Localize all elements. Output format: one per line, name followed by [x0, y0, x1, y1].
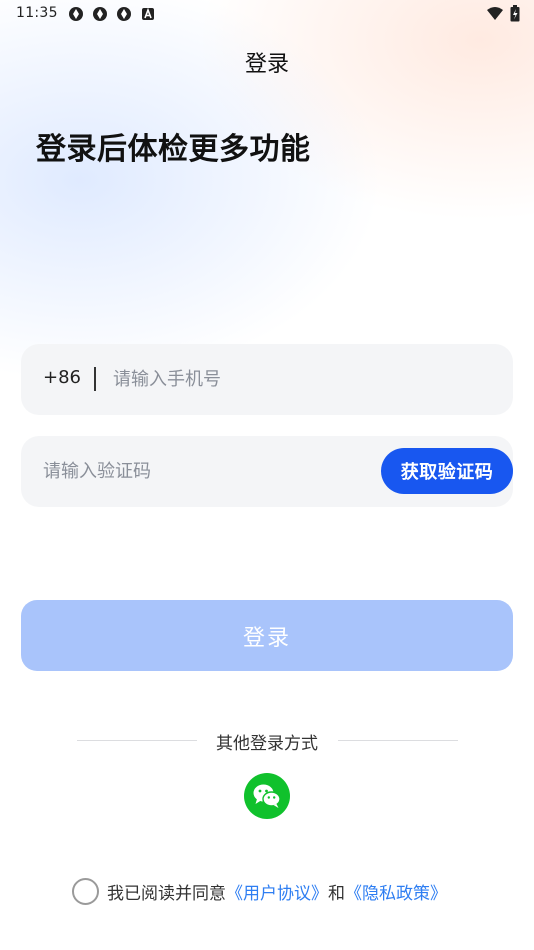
get-code-button[interactable]: 获取验证码: [381, 448, 513, 494]
wifi-icon: [487, 6, 503, 20]
country-code[interactable]: +86: [43, 367, 81, 388]
status-icons-left: [68, 6, 156, 22]
wechat-login-button[interactable]: [244, 773, 290, 819]
wechat-icon: [253, 784, 281, 808]
verification-code-input[interactable]: [43, 454, 383, 488]
status-bar: 11:35: [0, 0, 534, 28]
agreement-checkbox[interactable]: [72, 877, 99, 905]
battery-icon: [510, 5, 520, 22]
notification-a-icon: [142, 7, 154, 20]
agreement-row: 我已阅读并同意 《用户协议》 和 《隐私政策》: [72, 876, 447, 906]
user-agreement-link[interactable]: 《用户协议》: [226, 879, 328, 904]
other-login-divider: 其他登录方式: [0, 728, 534, 754]
agreement-conjunction: 和: [328, 883, 345, 904]
status-time: 11:35: [16, 5, 58, 21]
verification-code-field: 获取验证码: [21, 436, 513, 507]
app-icon: [93, 7, 107, 21]
privacy-policy-link[interactable]: 《隐私政策》: [345, 879, 447, 904]
agreement-prefix: 我已阅读并同意: [107, 883, 226, 904]
phone-field: +86: [21, 344, 513, 415]
field-divider: [94, 367, 96, 391]
status-icons-right: [486, 5, 520, 22]
headline: 登录后体检更多功能: [36, 132, 311, 167]
app-icon: [117, 7, 131, 21]
other-login-label: 其他登录方式: [216, 734, 318, 754]
app-icon: [69, 7, 83, 21]
login-button[interactable]: 登录: [21, 600, 513, 671]
page-title: 登录: [244, 52, 289, 77]
phone-input[interactable]: [113, 362, 493, 396]
divider-line: [338, 740, 458, 741]
